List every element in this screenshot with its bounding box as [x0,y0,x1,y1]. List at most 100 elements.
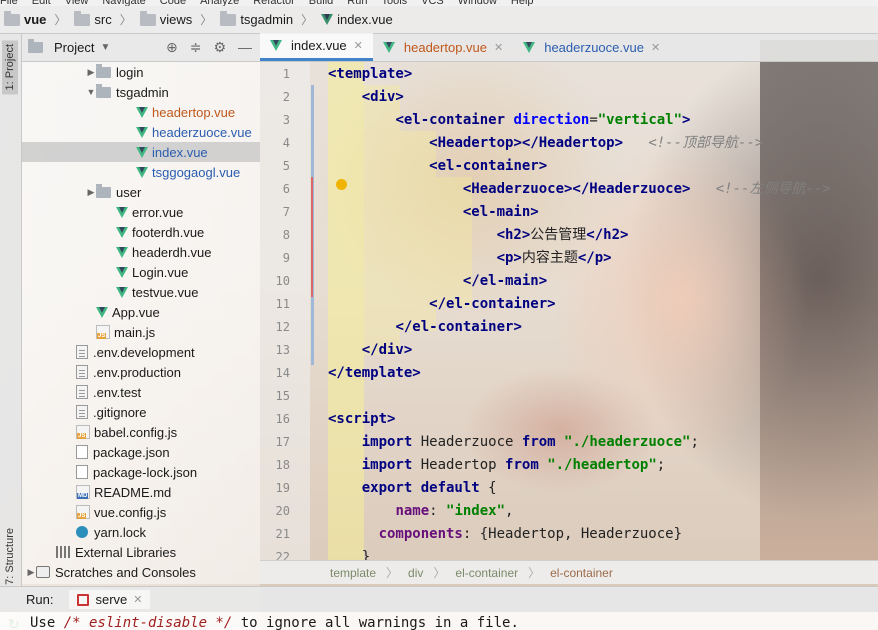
folder-icon [96,183,111,198]
line-number: 15 [275,389,290,403]
code-line: <el-container> [328,155,547,178]
editor-breadcrumb-item[interactable]: template [330,566,376,580]
tree-item-label: user [116,184,142,200]
line-number: 7 [282,205,290,219]
minimize-icon[interactable]: — [238,39,252,56]
tree-item[interactable]: ▶ user [22,182,260,202]
console-prefix: Use [30,615,64,630]
code-token: </h2> [586,227,629,243]
tool-tab-project[interactable]: 1: Project [2,40,18,95]
tree-item[interactable]: headerdh.vue [22,242,260,262]
code-token: name [395,503,430,519]
console-output[interactable]: Use /* eslint-disable */ to ignore all w… [0,612,878,630]
tree-item[interactable]: README.md [22,482,260,502]
tree-item[interactable]: package.json [22,442,260,462]
code-line: <Headerzuoce></Headerzuoce> <!--左侧导航--> [328,178,831,201]
tree-item[interactable]: App.vue [22,302,260,322]
tree-item[interactable]: ▼ tsgadmin [22,82,260,102]
tree-item-label: Login.vue [132,264,189,280]
gear-icon[interactable]: ⚙ [213,39,226,56]
code-line: <h2>公告管理</h2> [328,224,629,247]
line-number: 9 [282,251,290,265]
tree-item[interactable]: footerdh.vue [22,222,260,242]
line-number: 6 [282,182,290,196]
breadcrumb-item[interactable]: tsgadmin [240,12,293,27]
editor-tab[interactable]: headertop.vue ✕ [373,33,513,61]
expand-arrow-icon[interactable]: ▶ [26,567,36,578]
tree-item[interactable]: tsggogaogl.vue [22,162,260,182]
line-number: 1 [282,67,290,81]
tree-item[interactable]: .env.production [22,362,260,382]
tree-item[interactable]: headertop.vue [22,102,260,122]
project-panel-title[interactable]: Project [54,40,94,55]
tree-item[interactable]: .gitignore [22,402,260,422]
scratch-icon [36,566,50,578]
code-token: <Headerzuoce></Headerzuoce> [462,181,691,197]
close-icon[interactable]: ✕ [651,41,660,54]
editor-breadcrumb-item[interactable]: el-container [550,566,613,580]
code-token: </p> [577,250,612,266]
close-icon[interactable]: ✕ [354,39,363,52]
tree-item[interactable]: error.vue [22,202,260,222]
close-icon[interactable]: ✕ [494,41,503,54]
expand-arrow-icon[interactable]: ▶ [86,67,96,78]
breadcrumb-file[interactable]: index.vue [337,12,393,27]
navigation-bar: vue 〉 src 〉 views 〉 tsgadmin 〉 index.vue [0,6,878,34]
code-token: <template> [328,66,413,82]
editor-tab[interactable]: headerzuoce.vue ✕ [513,33,670,61]
vue-file-icon [116,206,128,218]
breadcrumb-item[interactable]: src [94,12,111,27]
code-token: ; [656,457,666,473]
tree-item[interactable]: Login.vue [22,262,260,282]
tree-item[interactable]: package-lock.json [22,462,260,482]
tree-item[interactable]: headerzuoce.vue [22,122,260,142]
tree-item-label: tsggogaogl.vue [152,164,241,180]
locate-icon[interactable]: ⊕ [166,39,178,56]
editor-breadcrumb-item[interactable]: div [408,566,423,580]
tree-item[interactable]: .env.test [22,382,260,402]
run-config-tab[interactable]: serve ✕ [69,590,151,609]
tree-item[interactable]: main.js [22,322,260,342]
code-line: </div> [328,339,413,362]
code-line: </el-main> [328,270,547,293]
tool-tab-structure[interactable]: 7: Structure [2,524,18,589]
chevron-down-icon[interactable]: ▼ [100,42,110,53]
editor-tab[interactable]: index.vue ✕ [260,33,373,61]
code-editor[interactable]: <template> <div> <el-container direction… [310,62,878,560]
breadcrumb-project[interactable]: vue [24,12,46,27]
text-file-icon [76,365,88,379]
code-token: components [378,526,463,542]
close-icon[interactable]: ✕ [133,593,142,606]
tree-item[interactable]: vue.config.js [22,502,260,522]
tree-item[interactable]: ▶ login [22,62,260,82]
tree-item-label: App.vue [112,304,160,320]
vue-file-icon [136,166,148,178]
breadcrumb-item[interactable]: views [160,12,193,27]
expand-arrow-icon[interactable]: ▶ [86,187,96,198]
expand-arrow-icon[interactable]: ▼ [86,87,96,97]
tree-item[interactable]: index.vue [22,142,260,162]
tree-item[interactable]: yarn.lock [22,522,260,542]
vue-file-icon [270,40,282,51]
tree-item[interactable]: ▶ Scratches and Consoles [22,562,260,582]
tree-item[interactable]: babel.config.js [22,422,260,442]
collapse-icon[interactable]: ≑ [190,39,202,56]
line-number: 3 [282,113,290,127]
code-token: </el-container> [429,296,556,312]
tree-item[interactable]: External Libraries [22,542,260,562]
line-number: 11 [275,297,290,311]
tree-item[interactable]: testvue.vue [22,282,260,302]
run-label: Run: [26,592,54,607]
tree-item[interactable]: .env.development [22,342,260,362]
tree-item-label: headertop.vue [152,104,236,120]
tree-item-label: error.vue [132,204,184,220]
editor-breadcrumb-item[interactable]: el-container [455,566,518,580]
vue-file-icon [382,41,395,53]
